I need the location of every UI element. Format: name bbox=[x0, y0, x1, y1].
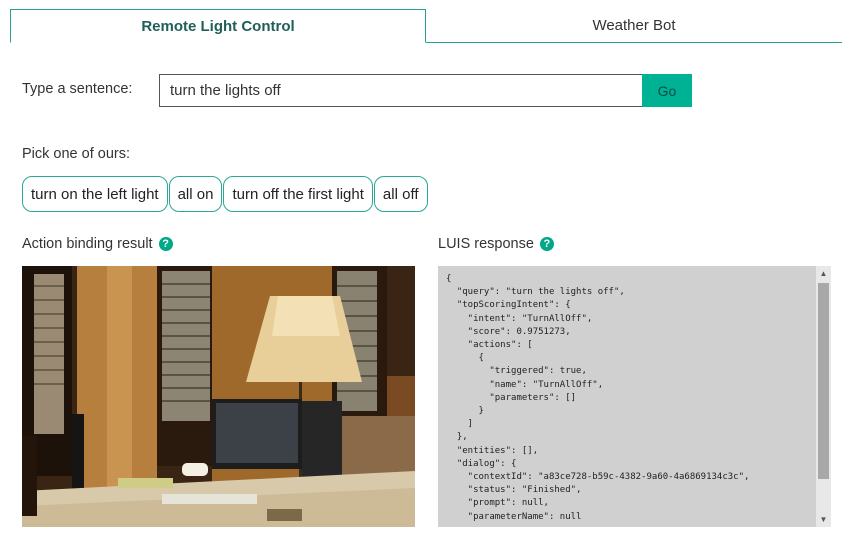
office-photo bbox=[22, 266, 415, 527]
help-icon[interactable]: ? bbox=[158, 237, 173, 251]
luis-json-text: { "query": "turn the lights off", "topSc… bbox=[446, 274, 750, 522]
office-photo-image bbox=[22, 266, 415, 527]
chip-turn-on-left-light[interactable]: turn on the left light bbox=[22, 176, 168, 212]
luis-response-title: LUIS response ? bbox=[438, 236, 554, 252]
scroll-down-arrow-icon[interactable]: ▼ bbox=[816, 512, 831, 527]
go-button[interactable]: Go bbox=[642, 74, 692, 107]
luis-json-panel[interactable]: { "query": "turn the lights off", "topSc… bbox=[438, 266, 831, 527]
sentence-input[interactable] bbox=[159, 74, 643, 107]
chip-all-off[interactable]: all off bbox=[373, 176, 428, 212]
json-scrollbar[interactable]: ▲ ▼ bbox=[816, 266, 831, 527]
luis-response-title-text: LUIS response bbox=[438, 236, 534, 252]
tab-weather-bot[interactable]: Weather Bot bbox=[426, 9, 842, 42]
chip-turn-off-first-light[interactable]: turn off the first light bbox=[223, 176, 373, 212]
suggestion-chips: turn on the left light all on turn off t… bbox=[22, 176, 429, 212]
tab-remote-light-control[interactable]: Remote Light Control bbox=[10, 9, 426, 43]
sentence-label: Type a sentence: bbox=[22, 81, 133, 97]
action-binding-title: Action binding result ? bbox=[22, 236, 173, 252]
chip-all-on[interactable]: all on bbox=[168, 176, 223, 212]
scroll-up-arrow-icon[interactable]: ▲ bbox=[816, 266, 831, 281]
scroll-thumb[interactable] bbox=[818, 283, 829, 479]
tab-bar: Remote Light Control Weather Bot bbox=[10, 9, 842, 43]
action-binding-title-text: Action binding result bbox=[22, 236, 153, 252]
help-icon[interactable]: ? bbox=[539, 237, 554, 251]
pick-label: Pick one of ours: bbox=[22, 146, 130, 162]
